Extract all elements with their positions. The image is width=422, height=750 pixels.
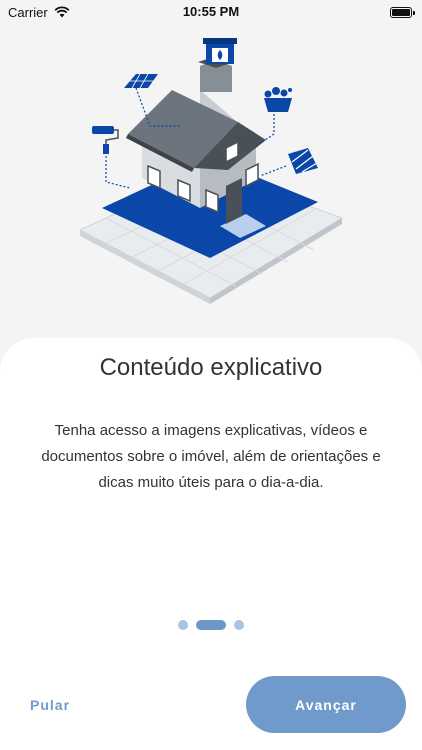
page-dot-3[interactable] [234, 620, 244, 630]
onboarding-title: Conteúdo explicativo [99, 354, 323, 381]
skip-button[interactable]: Pular [30, 690, 110, 720]
status-time: 10:55 PM [182, 4, 240, 19]
status-bar: Carrier 10:55 PM [0, 0, 422, 24]
paint-roller-icon [92, 126, 119, 154]
flooring-sample-icon [288, 148, 318, 174]
page-dot-1[interactable] [178, 620, 188, 630]
page-dot-2-active[interactable] [196, 620, 226, 630]
page-indicator [0, 620, 422, 630]
bathtub-icon [264, 87, 292, 112]
house-illustration-icon [78, 38, 344, 304]
onboarding-card: Conteúdo explicativo Tenha acesso a imag… [0, 338, 422, 750]
onboarding-screen: Carrier 10:55 PM Conteúdo explicativo Te… [0, 0, 422, 750]
solar-panel-icon [124, 73, 158, 89]
fireplace-icon [203, 38, 237, 64]
onboarding-description: Tenha acesso a imagens explicativas, víd… [41, 422, 381, 491]
next-button[interactable]: Avançar [246, 676, 406, 733]
battery-full-icon [390, 6, 415, 18]
